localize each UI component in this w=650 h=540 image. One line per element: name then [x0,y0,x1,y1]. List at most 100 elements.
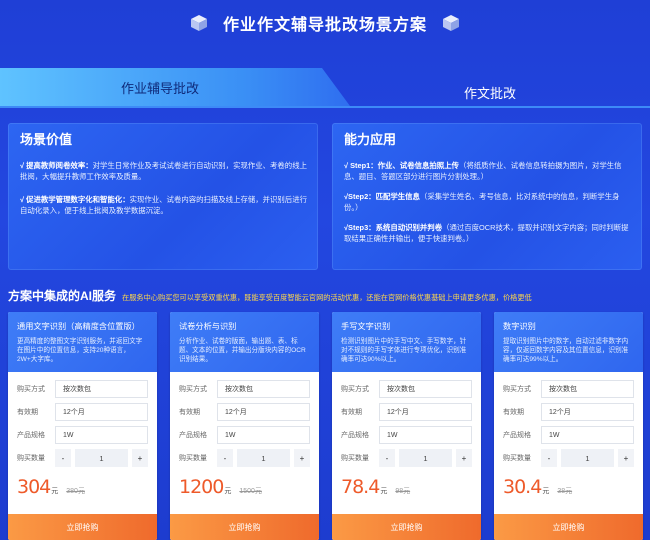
original-price: 98元 [395,488,411,495]
service-card-header: 试卷分析与识别分析作业、试卷的版面，输出题、表、标题、文本的位置，并输出分版块内… [170,312,319,372]
capability-step: √Step2：匹配学生信息（采集学生姓名、考号信息，比对系统中的信息，判断学生身… [344,192,620,212]
quantity-stepper: -1 + [217,449,310,467]
validity-label: 有效期 [179,409,200,416]
services-title: 方案中集成的AI服务 [8,289,117,303]
spec-label: 产品规格 [17,432,45,439]
price-unit: 元 [542,488,550,495]
service-card: 试卷分析与识别分析作业、试卷的版面，输出题、表、标题、文本的位置，并输出分版块内… [170,312,319,540]
service-description: 检测识别图片中的手写中文、手写数字，针对不规则的手写字体进行专项优化，识别准确率… [341,338,467,363]
quantity-input[interactable]: 1 [237,449,290,467]
price: 1200 [179,476,224,498]
price-unit: 元 [224,488,232,495]
quantity-stepper: -1 + [55,449,148,467]
buy-now-button[interactable]: 立即抢购 [494,514,643,540]
price-row: 78.4 元 98元 [341,476,472,500]
quantity-plus-button[interactable]: + [456,449,472,467]
spec-label: 产品规格 [341,432,369,439]
buy-type-select[interactable]: 按次数包 [379,380,472,398]
services-promo-note: 在服务中心购买您可以享受双重优惠，既能享受百度智能云官网的活动优惠，还能在官网价… [122,293,532,302]
service-card: 通用文字识别（高精度含位置版） 更高精度的整图文字识别服务，并返回文字在图片中的位… [8,312,157,540]
quantity-minus-button[interactable]: - [379,449,395,467]
buy-type-select[interactable]: 按次数包 [55,380,148,398]
spec-select[interactable]: 1W [379,426,472,444]
buy-type-label: 购买方式 [341,386,369,393]
capability-title: 能力应用 [344,132,397,147]
service-name: 通用文字识别（高精度含位置版） [17,322,140,331]
service-card-body: 购买方式 按次数包 有效期 12个月 产品规格 1W 购买数量 -1 +1200 元 1500元 [170,372,319,500]
service-description: 分析作业、试卷的版面，输出题、表、标题、文本的位置，并输出分版块内容的OCR识别… [179,338,306,363]
quantity-plus-button[interactable]: + [132,449,148,467]
spec-select[interactable]: 1W [55,426,148,444]
buy-type-label: 购买方式 [17,386,45,393]
buy-type-select[interactable]: 按次数包 [541,380,634,398]
quantity-stepper: -1 + [541,449,634,467]
spec-select[interactable]: 1W [541,426,634,444]
validity-label: 有效期 [17,409,38,416]
scene-value-panel: 场景价值 √ 提高教师阅卷效率：对学生日常作业及考试试卷进行自动识别，实现作业、… [8,123,318,270]
price-unit: 元 [51,488,59,495]
service-name: 手写文字识别 [341,322,391,331]
capability-step: √ Step1：作业、试卷信息拍照上传（将纸质作业、试卷信息转拍摄为图片，对学生… [344,161,622,181]
capability-panel: 能力应用 √ Step1：作业、试卷信息拍照上传（将纸质作业、试卷信息转拍摄为图… [332,123,642,270]
original-price: 380元 [66,488,85,495]
buy-type-label: 购买方式 [179,386,207,393]
buy-type-label: 购买方式 [503,386,531,393]
quantity-label: 购买数量 [17,455,45,462]
quantity-stepper: -1 + [379,449,472,467]
service-card-header: 通用文字识别（高精度含位置版） 更高精度的整图文字识别服务，并返回文字在图片中的位… [8,312,157,372]
quantity-plus-button[interactable]: + [618,449,634,467]
quantity-label: 购买数量 [503,455,531,462]
cube-icon [441,13,461,33]
price: 78.4 [341,476,380,498]
validity-select[interactable]: 12个月 [217,403,310,421]
service-name: 试卷分析与识别 [179,322,237,331]
price: 30.4 [503,476,542,498]
buy-type-select[interactable]: 按次数包 [217,380,310,398]
quantity-minus-button[interactable]: - [55,449,71,467]
quantity-input[interactable]: 1 [561,449,614,467]
service-card-header: 数字识别提取识别图片中的数字，自动过滤非数字内容，仅返回数字内容及其位置信息，识… [494,312,643,372]
validity-select[interactable]: 12个月 [379,403,472,421]
service-description: 更高精度的整图文字识别服务，并返回文字在图片中的位置信息，支持20种语言，2W+… [17,338,143,363]
page-header: 作业作文辅导批改场景方案 [0,0,650,46]
price-row: 304 元 380元 [17,476,148,500]
page-title: 作业作文辅导批改场景方案 [222,17,427,34]
quantity-minus-button[interactable]: - [217,449,233,467]
service-card: 手写文字识别检测识别图片中的手写中文、手写数字，针对不规则的手写字体进行专项优化… [332,312,481,540]
validity-label: 有效期 [341,409,362,416]
quantity-minus-button[interactable]: - [541,449,557,467]
validity-label: 有效期 [503,409,524,416]
spec-label: 产品规格 [503,432,531,439]
capability-step: √Step3：系统自动识别并判卷（通过百度OCR技术，提取并识别文字内容；同时判… [344,223,629,243]
service-name: 数字识别 [503,322,536,331]
price: 304 [17,476,51,498]
quantity-label: 购买数量 [179,455,207,462]
price-row: 30.4 元 38元 [503,476,634,500]
buy-now-button[interactable]: 立即抢购 [332,514,481,540]
quantity-plus-button[interactable]: + [294,449,310,467]
quantity-input[interactable]: 1 [75,449,128,467]
buy-now-button[interactable]: 立即抢购 [8,514,157,540]
services-header: 方案中集成的AI服务 在服务中心购买您可以享受双重优惠，既能享受百度智能云官网的… [8,287,648,305]
original-price: 1500元 [239,488,262,495]
service-card-body: 购买方式 按次数包 有效期 12个月 产品规格 1W 购买数量 -1 +30.4 元 38元 [494,372,643,500]
validity-select[interactable]: 12个月 [55,403,148,421]
buy-now-button[interactable]: 立即抢购 [170,514,319,540]
original-price: 38元 [557,488,573,495]
service-card-header: 手写文字识别检测识别图片中的手写中文、手写数字，针对不规则的手写字体进行专项优化… [332,312,481,372]
validity-select[interactable]: 12个月 [541,403,634,421]
quantity-input[interactable]: 1 [399,449,452,467]
tab-divider [0,106,650,108]
cube-icon [189,13,209,33]
scene-value-item: √ 提高教师阅卷效率：对学生日常作业及考试试卷进行自动识别，实现作业、考卷的线上… [20,161,307,181]
quantity-label: 购买数量 [341,455,369,462]
price-row: 1200 元 1500元 [179,476,310,500]
service-card: 数字识别提取识别图片中的数字，自动过滤非数字内容，仅返回数字内容及其位置信息，识… [494,312,643,540]
spec-select[interactable]: 1W [217,426,310,444]
spec-label: 产品规格 [179,432,207,439]
scene-value-item: √ 促进教学管理数字化和智能化：实现作业、试卷内容的扫描及线上存储，并识别后进行… [20,195,307,215]
service-description: 提取识别图片中的数字，自动过滤非数字内容，仅返回数字内容及其位置信息，识别准确率… [503,338,629,363]
scenario-tabs: 作业辅导批改 作文批改 [0,68,650,106]
scene-value-title: 场景价值 [20,132,73,147]
tab-homework[interactable]: 作业辅导批改 [0,68,350,106]
